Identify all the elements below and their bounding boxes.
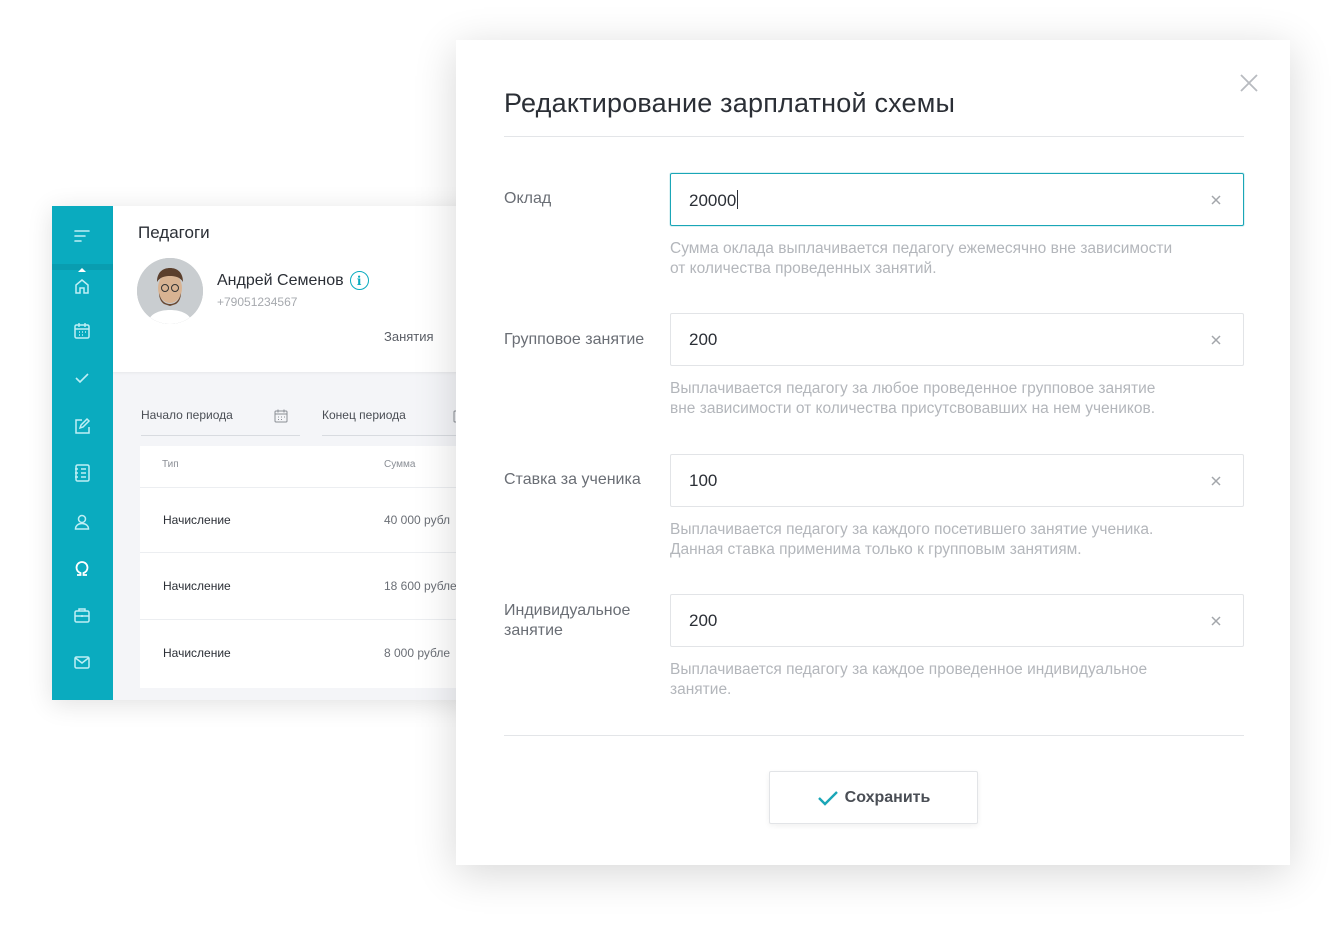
group-lesson-input[interactable]: 200	[670, 313, 1244, 366]
menu-icon[interactable]	[70, 224, 94, 248]
teacher-app-window: Педагоги Андрей Семенов i +79051234567 З…	[52, 206, 482, 700]
period-end-filter[interactable]: Конец периода	[322, 408, 406, 422]
teacher-header: Педагоги Андрей Семенов i +79051234567 З…	[113, 206, 482, 372]
table-header-type: Тип	[162, 459, 179, 470]
salary-help: Сумма оклада выплачивается педагогу ежем…	[670, 239, 1244, 279]
clear-icon[interactable]	[1209, 474, 1223, 488]
individual-lesson-input[interactable]: 200	[670, 594, 1244, 647]
title-divider	[504, 136, 1244, 137]
row-divider	[140, 552, 482, 553]
text-caret	[737, 190, 739, 209]
group-lesson-help-line: Выплачивается педагогу за любое проведен…	[670, 380, 1156, 397]
salary-label: Оклад	[504, 190, 552, 207]
modal-title: Редактирование зарплатной схемы	[504, 88, 956, 118]
table-row-sum: 40 000 рубл	[384, 513, 451, 527]
notebook-icon[interactable]	[70, 461, 94, 485]
individual-lesson-help-line: занятие.	[670, 681, 732, 698]
individual-lesson-label: Индивидуальное занятие	[504, 602, 631, 639]
period-start-filter[interactable]: Начало периода	[141, 408, 233, 422]
teacher-phone: +79051234567	[217, 295, 298, 309]
save-button[interactable]: Сохранить	[769, 771, 978, 824]
salary-scheme-modal: Редактирование зарплатной схемы Оклад 20…	[456, 40, 1290, 865]
salary-help-line: Сумма оклада выплачивается педагогу ежем…	[670, 240, 1173, 257]
calendar-icon[interactable]	[274, 409, 288, 423]
save-button-label: Сохранить	[844, 788, 931, 806]
mail-icon[interactable]	[70, 650, 94, 674]
calendar-icon[interactable]	[70, 319, 94, 343]
table-header-divider	[140, 487, 482, 488]
check-icon[interactable]	[70, 366, 94, 390]
per-student-rate-label: Ставка за ученика	[504, 471, 641, 488]
table-header-sum: Сумма	[384, 459, 416, 470]
individual-lesson-value: 200	[689, 611, 718, 630]
salary-help-line: от количества проведенных занятий.	[670, 260, 937, 277]
per-student-rate-help-line: Данная ставка применима только к группов…	[670, 541, 1082, 558]
per-student-rate-help-line: Выплачивается педагогу за каждого посети…	[670, 521, 1154, 538]
sidebar	[52, 206, 113, 700]
individual-lesson-help-line: Выплачивается педагогу за каждое проведе…	[670, 661, 1148, 678]
home-icon[interactable]	[70, 274, 94, 298]
per-student-rate-help: Выплачивается педагогу за каждого посети…	[670, 520, 1244, 560]
check-icon	[817, 790, 838, 806]
table-row-sum: 18 600 рубле	[384, 579, 457, 593]
group-lesson-value: 200	[689, 330, 718, 349]
clear-icon[interactable]	[1209, 333, 1223, 347]
table-row-type: Начисление	[163, 646, 231, 660]
group-lesson-label: Групповое занятие	[504, 331, 645, 348]
salary-value: 20000	[689, 190, 739, 211]
clear-icon[interactable]	[1209, 614, 1223, 628]
avatar[interactable]	[137, 258, 203, 324]
table-row-type: Начисление	[163, 513, 231, 527]
main-content: Педагоги Андрей Семенов i +79051234567 З…	[113, 206, 482, 700]
row-divider	[140, 619, 482, 620]
salary-input[interactable]: 20000	[670, 173, 1244, 226]
salary-value-text: 20000	[689, 191, 737, 210]
active-indicator	[78, 268, 86, 272]
footer-divider	[504, 735, 1244, 736]
table-row-sum: 8 000 рубле	[384, 646, 451, 660]
omega-icon[interactable]	[70, 556, 94, 580]
teacher-name-text: Андрей Семенов	[217, 271, 344, 289]
table-row-type: Начисление	[163, 579, 231, 593]
per-student-rate-input[interactable]: 100	[670, 454, 1244, 507]
close-icon[interactable]	[1238, 72, 1260, 94]
teacher-name: Андрей Семенов i	[217, 271, 369, 290]
per-student-rate-value: 100	[689, 471, 718, 490]
info-icon[interactable]: i	[349, 271, 369, 290]
group-lesson-help-line: вне зависимости от количества присутсвов…	[670, 400, 1155, 417]
user-icon[interactable]	[70, 510, 94, 534]
individual-lesson-help: Выплачивается педагогу за каждое проведе…	[670, 660, 1244, 700]
tab-lessons[interactable]: Занятия	[384, 329, 434, 344]
edit-icon[interactable]	[70, 414, 94, 438]
period-start-underline	[141, 435, 300, 436]
page-title: Педагоги	[138, 223, 210, 242]
clear-icon[interactable]	[1209, 193, 1223, 207]
group-lesson-help: Выплачивается педагогу за любое проведен…	[670, 379, 1244, 419]
briefcase-icon[interactable]	[70, 603, 94, 627]
